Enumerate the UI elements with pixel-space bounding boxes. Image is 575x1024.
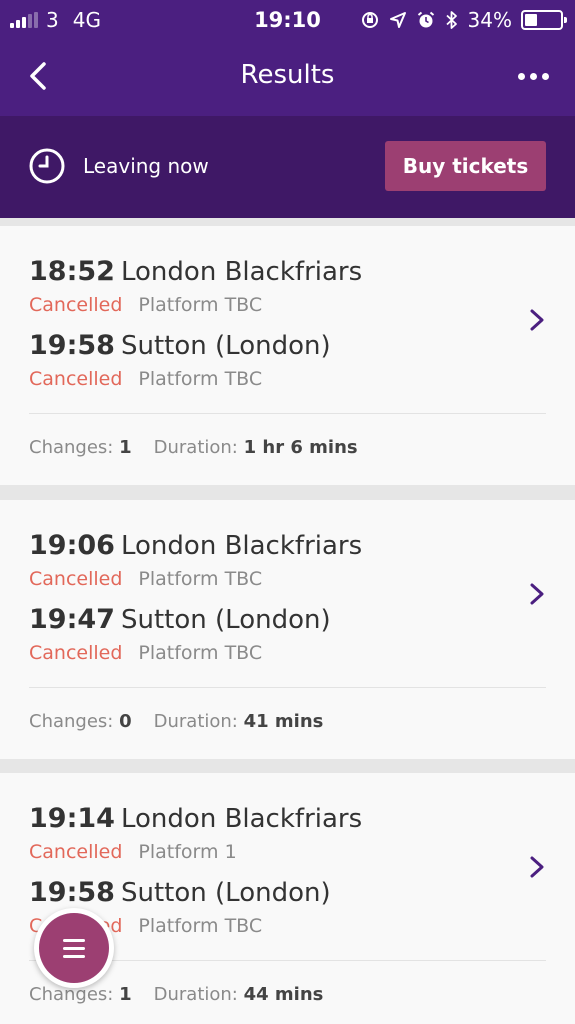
chevron-right-icon [530,583,544,605]
changes-value: 1 [119,437,132,458]
battery-icon [521,10,567,30]
nav-bar: Results [0,40,575,116]
arrive-platform: Platform TBC [138,642,263,664]
arrive-status: Cancelled [29,368,123,390]
depart-platform: Platform TBC [138,568,263,590]
duration-info: Duration: 44 mins [153,984,324,1005]
changes-info: Changes: 0 [29,711,132,732]
chevron-right-icon [530,309,544,331]
battery-percent: 34% [467,8,512,32]
status-right: 34% [360,8,567,32]
arrive-time: 19:58 [29,330,115,361]
chevron-right-icon [530,856,544,878]
changes-info: Changes: 1 [29,437,132,458]
more-dot [517,72,525,80]
leaving-now-label[interactable]: Leaving now [83,154,209,178]
depart-station: London Blackfriars [121,531,363,561]
arrive-status: Cancelled [29,642,123,664]
changes-value: 0 [119,711,132,732]
arrive-station: Sutton (London) [121,605,331,635]
buy-tickets-button[interactable]: Buy tickets [385,141,546,191]
journey-card[interactable]: 19:14 London Blackfriars Cancelled Platf… [0,773,575,1024]
journey-card[interactable]: 19:06 London Blackfriars Cancelled Platf… [0,500,575,759]
divider [29,687,546,688]
depart-status: Cancelled [29,294,123,316]
orientation-lock-icon [361,12,378,28]
arrive-platform: Platform TBC [138,368,263,390]
status-bar: 3 4G 19:10 34% [0,0,575,40]
depart-time: 19:14 [29,803,115,834]
depart-platform: Platform TBC [138,294,263,316]
duration-value: 44 mins [243,984,324,1005]
depart-platform: Platform 1 [138,841,237,863]
divider [29,413,546,414]
duration-info: Duration: 1 hr 6 mins [153,437,358,458]
menu-fab-button[interactable] [34,908,114,988]
depart-station: London Blackfriars [121,804,363,834]
more-options-button[interactable] [513,64,553,88]
arrive-time: 19:47 [29,604,115,635]
duration-info: Duration: 41 mins [153,711,324,732]
clock-icon [29,148,65,184]
arrive-platform: Platform TBC [138,915,263,937]
more-dot [541,72,549,80]
menu-icon [39,913,109,983]
duration-value: 1 hr 6 mins [243,437,358,458]
depart-status: Cancelled [29,568,123,590]
bluetooth-icon [445,11,457,29]
location-icon [389,12,406,28]
page-title: Results [240,60,335,90]
more-dot [529,72,537,80]
depart-station: London Blackfriars [121,257,363,287]
journey-card[interactable]: 18:52 London Blackfriars Cancelled Platf… [0,226,575,485]
alarm-icon [417,11,434,28]
depart-status: Cancelled [29,841,123,863]
journey-options-bar: Leaving now Buy tickets [0,116,575,218]
arrive-time: 19:58 [29,877,115,908]
arrive-station: Sutton (London) [121,878,331,908]
duration-value: 41 mins [243,711,324,732]
changes-value: 1 [119,984,132,1005]
depart-time: 19:06 [29,530,115,561]
depart-time: 18:52 [29,256,115,287]
arrive-station: Sutton (London) [121,331,331,361]
